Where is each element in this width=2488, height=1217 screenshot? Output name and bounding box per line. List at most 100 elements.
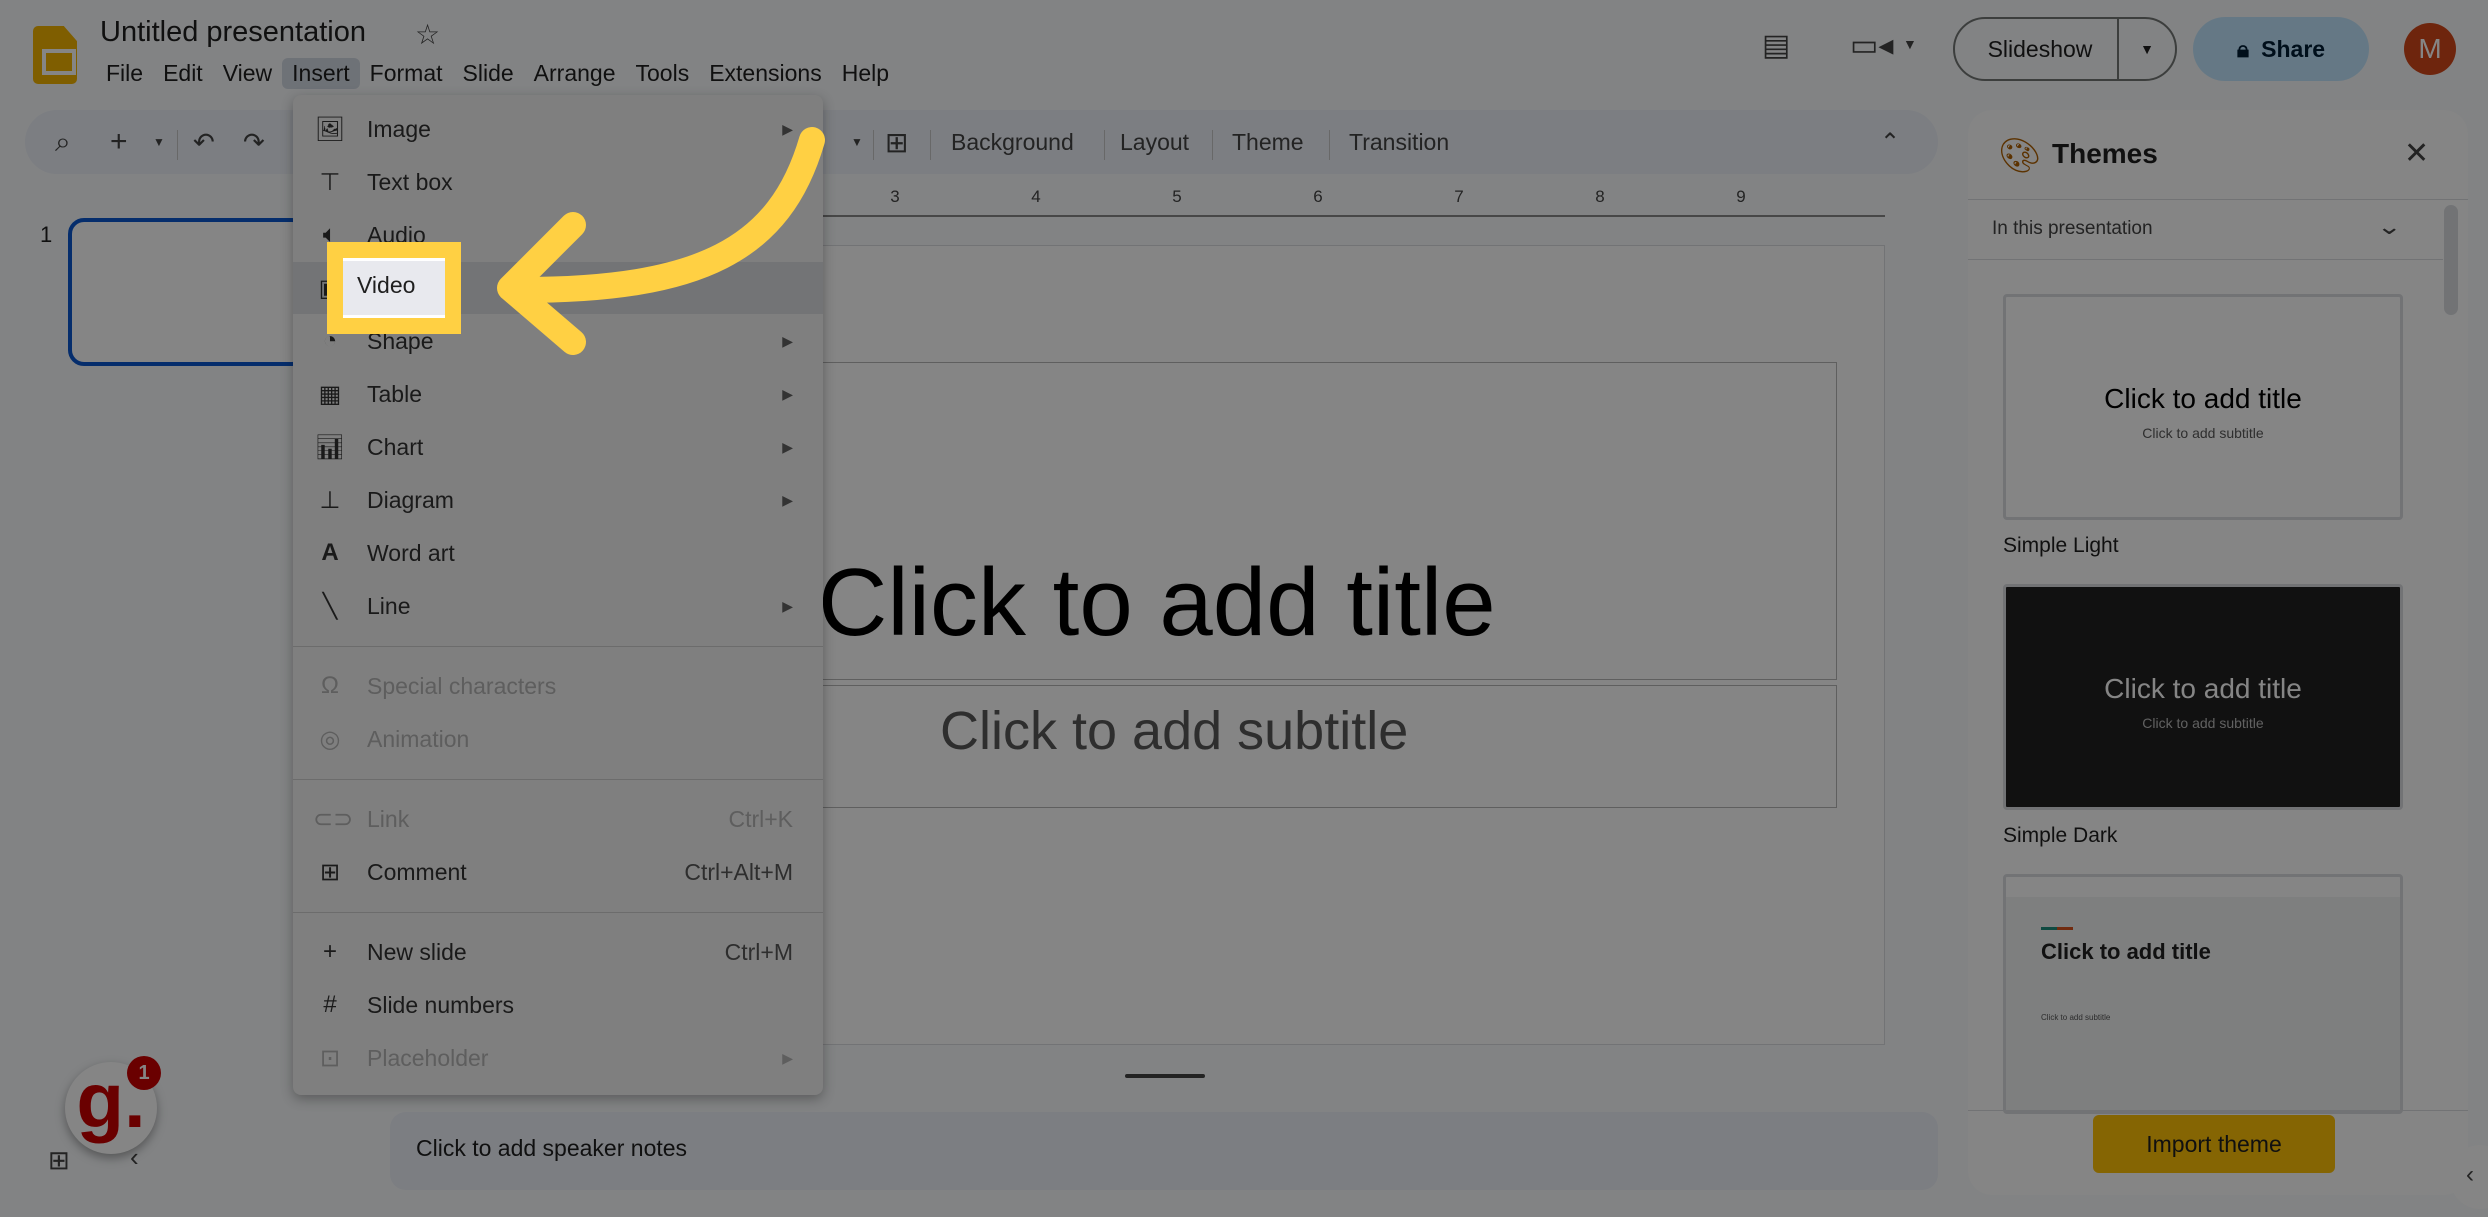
share-button[interactable]: 🔒︎ Share <box>2193 17 2369 81</box>
submenu-arrow-icon: ▶ <box>782 1049 793 1066</box>
menu-extensions[interactable]: Extensions <box>699 58 832 89</box>
new-slide-icon[interactable]: + <box>110 110 128 174</box>
close-icon[interactable]: ✕ <box>2404 136 2429 171</box>
submenu-arrow-icon: ▶ <box>782 332 793 349</box>
menu-view[interactable]: View <box>213 58 282 89</box>
submenu-arrow-icon: ▶ <box>782 491 793 508</box>
theme-card-simple-dark[interactable]: Click to add title Click to add subtitle <box>2003 584 2403 810</box>
ruler-number: 4 <box>1031 187 1041 206</box>
menu-item-label: Text box <box>367 168 453 195</box>
collapse-toolbar-icon[interactable]: ⌃ <box>1880 110 1900 174</box>
speaker-notes[interactable]: Click to add speaker notes <box>390 1112 1938 1190</box>
slides-logo[interactable] <box>33 26 77 84</box>
table-icon: ▦ <box>318 380 342 408</box>
title-placeholder-text[interactable]: Click to add title <box>818 548 1496 658</box>
slideshow-dropdown-icon[interactable]: ▼ <box>2117 19 2175 79</box>
menu-item-slide-numbers[interactable]: # Slide numbers <box>293 979 823 1031</box>
menu-item-word-art[interactable]: A Word art <box>293 527 823 579</box>
slideshow-button[interactable]: Slideshow ▼ <box>1953 17 2177 81</box>
menu-item-label: Line <box>367 592 411 619</box>
animation-icon: ◎ <box>319 725 341 753</box>
ruler-number: 8 <box>1595 187 1605 206</box>
menu-item-text-box[interactable]: ⊤ Text box <box>293 156 823 208</box>
menu-edit[interactable]: Edit <box>153 58 213 89</box>
theme-name: Simple Light <box>2003 534 2119 557</box>
line-dropdown-icon[interactable]: ▼ <box>851 110 863 174</box>
submenu-arrow-icon: ▶ <box>782 120 793 137</box>
menu-item-label: Chart <box>367 433 424 460</box>
transition-button[interactable]: Transition <box>1349 110 1449 174</box>
search-icon[interactable]: ⌕ <box>55 110 71 174</box>
menu-file[interactable]: File <box>96 58 153 89</box>
speaker-notes-placeholder: Click to add speaker notes <box>416 1135 688 1161</box>
theme-preview-title: Click to add title <box>2104 383 2302 414</box>
submenu-arrow-icon: ▶ <box>782 438 793 455</box>
slide-thumbnail[interactable] <box>68 218 308 366</box>
submenu-arrow-icon: ▶ <box>782 385 793 402</box>
menu-item-chart[interactable]: 📊︎ Chart ▶ <box>293 421 823 473</box>
link-icon: ⊂⊃ <box>313 805 354 833</box>
notes-resize-handle[interactable] <box>1125 1074 1205 1078</box>
menu-item-label: Animation <box>367 725 470 752</box>
menu-item-new-slide[interactable]: + New slide Ctrl+M <box>293 926 823 978</box>
menu-item-diagram[interactable]: ⊥ Diagram ▶ <box>293 474 823 526</box>
highlight-box <box>327 242 461 334</box>
themes-scrollbar[interactable] <box>2444 205 2458 315</box>
toolbar-divider <box>1212 130 1213 160</box>
toolbar-divider <box>930 130 931 160</box>
theme-card-simple-light[interactable]: Click to add title Click to add subtitle <box>2003 294 2403 520</box>
redo-icon[interactable]: ↷ <box>243 110 265 174</box>
theme-preview-band <box>2006 877 2400 897</box>
menu-tools[interactable]: Tools <box>626 58 700 89</box>
menu-item-line[interactable]: ╲ Line ▶ <box>293 580 823 632</box>
themes-title: Themes <box>2052 138 2158 169</box>
horizontal-ruler: 3 4 5 6 7 8 9 <box>820 185 1885 217</box>
theme-accent-orange <box>2057 927 2073 930</box>
ruler-number: 9 <box>1736 187 1746 206</box>
menu-item-animation: ◎ Animation <box>293 713 823 765</box>
menu-item-table[interactable]: ▦ Table ▶ <box>293 368 823 420</box>
menu-item-image[interactable]: 🖼︎ Image ▶ <box>293 103 823 155</box>
toolbar-divider <box>177 130 178 160</box>
menu-insert[interactable]: Insert <box>282 58 360 89</box>
star-icon[interactable]: ☆ <box>415 18 440 51</box>
add-comment-icon: ⊞ <box>319 858 341 886</box>
subtitle-placeholder-text[interactable]: Click to add subtitle <box>940 700 1408 762</box>
background-button[interactable]: Background <box>951 110 1074 174</box>
chevron-down-icon[interactable]: ⌄ <box>2376 214 2402 240</box>
menu-item-comment[interactable]: ⊞ Comment Ctrl+Alt+M <box>293 846 823 898</box>
word-art-icon: A <box>321 539 339 566</box>
menu-item-label: Special characters <box>367 672 557 699</box>
menu-arrange[interactable]: Arrange <box>524 58 626 89</box>
layout-button[interactable]: Layout <box>1120 110 1189 174</box>
menu-help[interactable]: Help <box>832 58 899 89</box>
palette-icon: 🎨︎ <box>1998 137 2042 175</box>
toolbar-divider <box>1329 130 1330 160</box>
chart-icon: 📊︎ <box>314 433 346 461</box>
menu-format[interactable]: Format <box>360 58 453 89</box>
theme-preview-subtitle: Click to add subtitle <box>2142 425 2264 441</box>
import-theme-button[interactable]: Import theme <box>2093 1115 2335 1173</box>
theme-card-third[interactable]: Click to add title Click to add subtitle <box>2003 874 2403 1114</box>
menu-item-label: Diagram <box>367 486 454 513</box>
grid-view-icon[interactable]: ⊞ <box>48 1145 70 1176</box>
avatar[interactable]: M <box>2404 23 2456 75</box>
menu-slide[interactable]: Slide <box>453 58 524 89</box>
line-icon: ╲ <box>322 592 338 620</box>
menu-bar: File Edit View Insert Format Slide Arran… <box>96 58 899 89</box>
text-box-icon: ⊤ <box>319 168 341 196</box>
add-comment-icon[interactable]: ⊞ <box>885 110 908 174</box>
theme-preview-title: Click to add title <box>2041 939 2211 964</box>
meet-dropdown-icon[interactable]: ▼ <box>1903 36 1917 52</box>
theme-button[interactable]: Theme <box>1232 110 1304 174</box>
ruler-number: 6 <box>1313 187 1323 206</box>
diagram-icon: ⊥ <box>319 486 341 514</box>
undo-icon[interactable]: ↶ <box>193 110 215 174</box>
comments-icon[interactable]: ▤ <box>1762 28 1790 63</box>
menu-item-label: Image <box>367 115 431 142</box>
image-icon: 🖼︎ <box>314 115 346 143</box>
document-title[interactable]: Untitled presentation <box>100 16 366 49</box>
new-slide-dropdown-icon[interactable]: ▼ <box>153 110 165 174</box>
theme-accent-teal <box>2041 927 2057 930</box>
meet-icon[interactable]: ▭◂ <box>1850 28 1893 63</box>
